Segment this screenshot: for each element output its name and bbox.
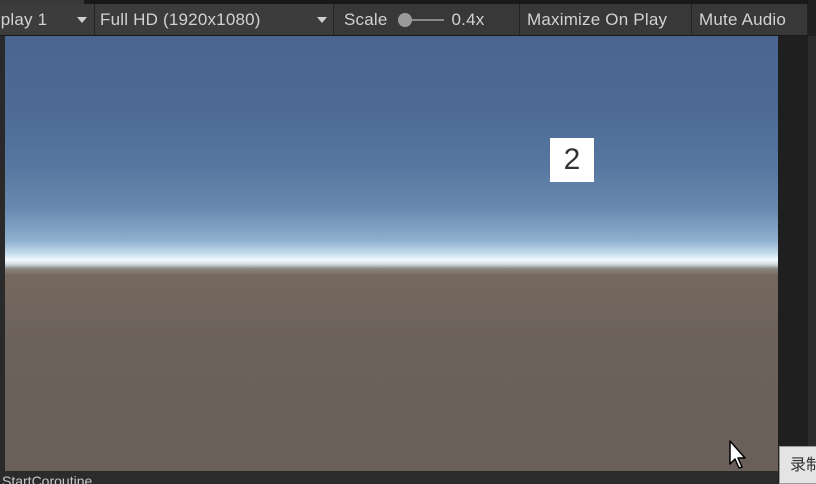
game-view-toolbar: splay 1 Full HD (1920x1080) Scale 0.4x M… [0,0,808,36]
console-status-text[interactable]: StartCoroutine [2,474,92,484]
record-button[interactable]: 录制 [779,446,816,484]
mute-audio-label: Mute Audio [699,9,787,29]
scale-slider[interactable] [397,12,444,27]
right-panel-scrollbar[interactable] [808,36,816,484]
scale-value: 0.4x [451,9,485,29]
resolution-dropdown[interactable]: Full HD (1920x1080) [95,4,334,35]
maximize-on-play-label: Maximize On Play [527,9,668,29]
scale-control: Scale 0.4x [334,4,520,35]
display-dropdown[interactable]: splay 1 [0,4,95,35]
status-bar [0,471,778,484]
resolution-dropdown-label: Full HD (1920x1080) [100,9,261,29]
chevron-down-icon [77,17,87,23]
display-dropdown-label: splay 1 [0,9,48,29]
record-button-label: 录制 [790,457,816,474]
mute-audio-toggle[interactable]: Mute Audio [692,4,808,35]
mouse-pointer-icon [729,440,746,469]
game-viewport[interactable] [5,36,778,471]
scale-label: Scale [344,9,388,29]
maximize-on-play-toggle[interactable]: Maximize On Play [520,4,692,35]
score-text: 2 [563,143,581,176]
scale-slider-knob[interactable] [397,12,412,27]
chevron-down-icon [317,17,327,23]
game-window: splay 1 Full HD (1920x1080) Scale 0.4x M… [0,0,816,484]
score-display: 2 [550,138,594,182]
